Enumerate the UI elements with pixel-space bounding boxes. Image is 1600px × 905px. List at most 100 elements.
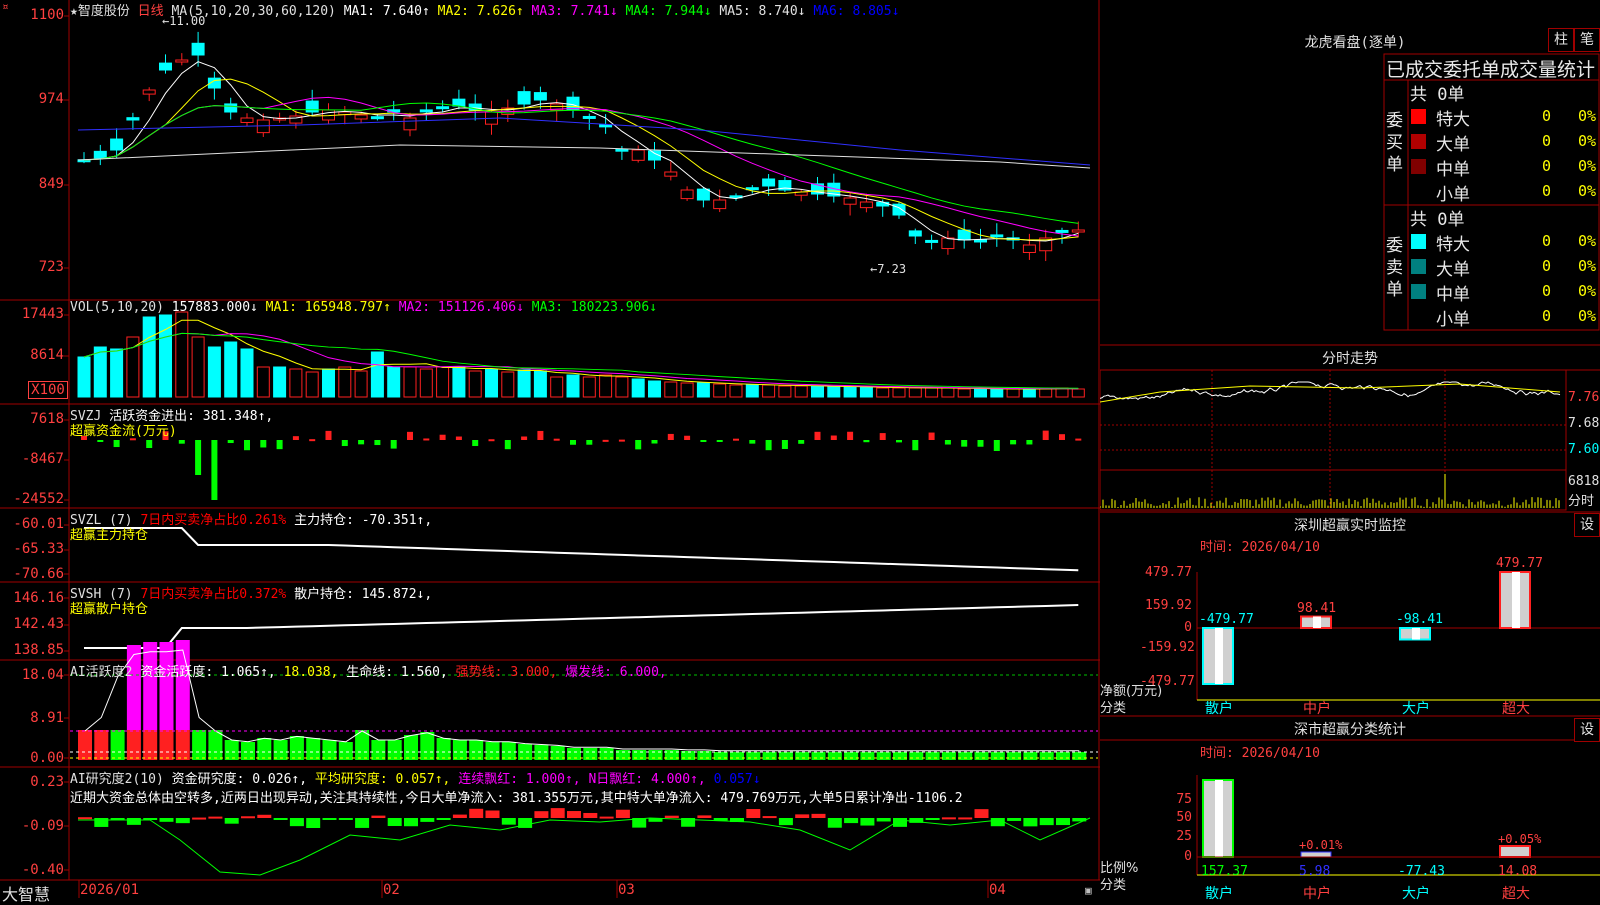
ai-research-bar	[1023, 818, 1038, 827]
candle-body	[1055, 229, 1069, 233]
tab-zhu[interactable]: 柱	[1548, 28, 1574, 52]
ma4-value: MA4: 7.944↓	[625, 4, 712, 19]
price-ytick-3: 849	[38, 176, 64, 192]
sell-swatch-2	[1411, 284, 1426, 299]
sz-monitor-category: 大户	[1402, 701, 1430, 717]
sz-monitor-value: 98.41	[1297, 601, 1337, 616]
ai-active-bar	[175, 640, 190, 730]
sz-stats-category: 大户	[1402, 886, 1430, 902]
sz-stats-value: -77.43	[1398, 864, 1445, 879]
fund-flow-bar	[537, 430, 544, 440]
volume-bar	[436, 366, 450, 398]
fund-flow-bar	[1075, 438, 1082, 441]
tab-bi[interactable]: 笔	[1574, 28, 1600, 52]
ai-research-bar	[1039, 818, 1054, 826]
sz-stats-settings-button[interactable]: 设	[1574, 718, 1600, 742]
fund-flow-bar	[586, 440, 593, 445]
volume-bar	[419, 368, 433, 398]
ai-active-bar	[436, 738, 451, 760]
ai-research-bar	[306, 818, 321, 828]
ai-active-bar	[941, 752, 956, 760]
volume-bar	[892, 387, 906, 398]
ai-research-bar	[404, 818, 418, 827]
xaxis-label-feb: 02	[383, 882, 400, 898]
ai-active-bar	[1039, 752, 1054, 760]
ai-active-bar	[126, 730, 141, 760]
ai-research-bar	[827, 818, 842, 828]
kline-chart-area[interactable]	[0, 0, 1100, 900]
volume-bar	[452, 366, 466, 398]
volume-bar	[631, 378, 645, 398]
ai-research-bar	[1056, 818, 1070, 826]
candle-body	[517, 91, 531, 105]
fund-flow-bar	[407, 431, 413, 440]
svsh-title: 散户持仓: 145.872↓,	[294, 587, 433, 602]
ai-active-bar	[778, 752, 793, 760]
sz-stats-category: 超大	[1502, 886, 1530, 902]
volume-bar	[713, 383, 727, 398]
ai-research-bar	[1007, 818, 1022, 821]
sz-monitor-xlabel: 分类	[1100, 701, 1127, 716]
volume-bar	[240, 348, 254, 398]
volume-bar	[990, 388, 1004, 398]
buy-swatch-3	[1411, 184, 1426, 199]
candle-body	[533, 92, 547, 101]
volume-bar	[322, 368, 335, 398]
ai-research-bar	[420, 818, 435, 822]
ai-research-bar	[94, 818, 109, 827]
volume-bar	[908, 387, 922, 398]
volume-bar	[811, 385, 824, 398]
ai-research-v1: 资金研究度: 0.026↑,	[171, 772, 308, 787]
stock-name[interactable]: ★智度股份	[70, 4, 130, 19]
ai-active-bar	[289, 736, 304, 760]
svzj-ytick-3: -24552	[13, 491, 64, 507]
ai-active-bar	[257, 738, 272, 760]
ai-research-label: AI研究度2(10)	[70, 772, 164, 787]
sell-row-name: 特大	[1436, 235, 1470, 255]
volume-bar	[1071, 388, 1085, 398]
volume-bar	[745, 384, 759, 398]
ai-research-bar	[192, 817, 207, 820]
vol-ma1: MA1: 165948.797↑	[265, 300, 391, 315]
right-panel-svg	[1100, 53, 1600, 876]
ai-active-bar	[844, 752, 859, 760]
fund-flow-bar	[97, 440, 104, 442]
fund-flow-bar	[439, 434, 446, 440]
fund-flow-bar	[733, 438, 739, 441]
ai-research-bars	[78, 808, 1091, 876]
ai-active-bar	[1056, 752, 1070, 760]
ai-research-bar	[958, 817, 973, 820]
sz-monitor-settings-button[interactable]: 设	[1574, 513, 1600, 537]
fund-flow-bar	[928, 432, 935, 440]
buy-row-name: 大单	[1436, 135, 1470, 155]
ai-research-bar	[860, 818, 875, 826]
svzl-ytick-3: -70.66	[13, 566, 64, 582]
volume-bar	[224, 341, 238, 398]
fund-flow-bar	[292, 436, 299, 440]
ai-active-bar	[126, 645, 141, 730]
candle-body	[175, 59, 189, 63]
sz-monitor-value: -479.77	[1199, 612, 1254, 627]
ai-active-bar	[730, 752, 744, 760]
ai-active-bar	[1023, 752, 1038, 760]
volume-bar	[1055, 387, 1069, 398]
fund-flow-bar	[325, 430, 332, 440]
candle-body	[925, 239, 939, 243]
candlestick-series	[77, 31, 1085, 262]
fund-flow-bar	[276, 440, 283, 450]
buy-row-pct: 0%	[1578, 107, 1597, 125]
ai-active-bar	[958, 752, 973, 760]
lock-icon[interactable]: ▣	[1085, 884, 1092, 897]
ai-research-bar	[501, 818, 516, 825]
svsh-sub: 超赢散户持仓	[70, 602, 149, 617]
svzl-title: 主力持仓: -70.351↑,	[294, 513, 433, 528]
fund-flow-bar	[455, 436, 462, 440]
fund-flow-bar	[113, 440, 120, 448]
sz-stats-value: 5.98	[1299, 864, 1331, 879]
volume-bar	[207, 346, 221, 398]
ai-active-bar	[208, 730, 223, 760]
svzl-ytick-2: -65.33	[13, 541, 64, 557]
period-label[interactable]: 日线	[138, 4, 164, 19]
volume-bar	[93, 346, 107, 398]
ai-research-bar	[273, 818, 288, 820]
